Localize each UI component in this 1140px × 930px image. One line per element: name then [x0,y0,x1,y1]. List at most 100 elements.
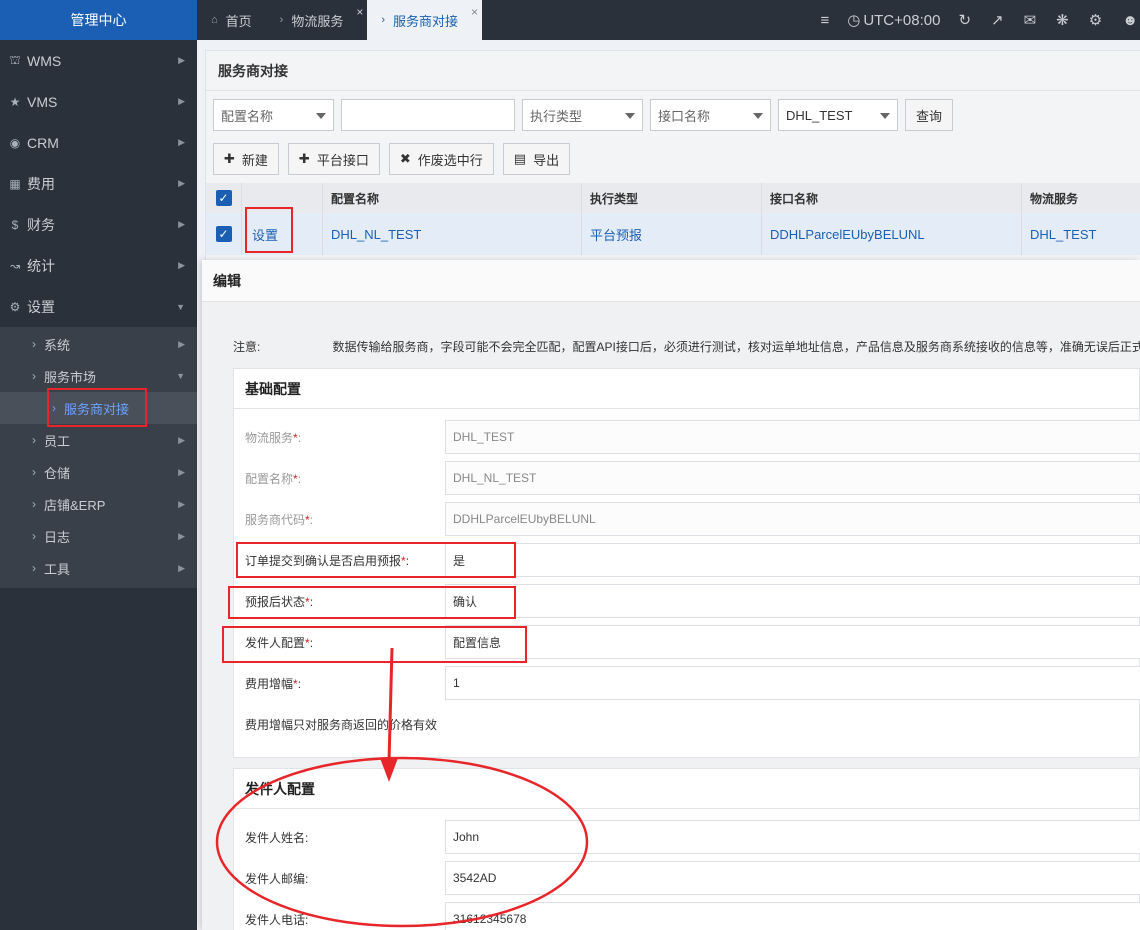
config-name-select[interactable]: 配置名称 [213,99,334,131]
user-circle-icon: ◉ [9,135,21,150]
gear-icon: ⚙ [9,299,21,314]
subnav-item-log[interactable]: › 日志 ▶ [0,520,197,552]
timezone-display[interactable]: ◷ UTC+08:00 [847,11,940,30]
home-icon: ⌂ [211,14,218,26]
gear-icon[interactable]: ⚙ [1089,11,1102,29]
header-api-name: 接口名称 [762,183,1022,213]
header-config-name: 配置名称 [323,183,582,213]
tab-logistics-service[interactable]: › 物流服务 × [266,0,368,40]
logistics-service-field: DHL_TEST [445,420,1140,454]
field-row-fee-increase: 费用增幅*: 1 [245,666,1140,700]
select-all-cell: ✓ [206,183,242,213]
chevron-right-icon: ▶ [178,466,185,477]
field-row-post-forecast-status: 预报后状态*: 确认 [245,584,1140,618]
external-link-icon[interactable]: ↗ [991,11,1004,29]
caret-down-icon [880,113,890,119]
header-exec-type: 执行类型 [582,183,762,213]
void-selected-button[interactable]: ✖ 作废选中行 [388,143,494,175]
modal-body: 注意: 数据传输给服务商，字段可能不会完全匹配，配置API接口后，必须进行测试，… [202,302,1140,930]
field-row-sender-name: 发件人姓名: John [245,820,1140,854]
subnav-item-service-market[interactable]: › 服务市场 ▼ [0,360,197,392]
chevron-right-icon: ▶ [178,562,185,573]
user-avatar-icon[interactable]: ☻ [1122,12,1138,29]
sender-name-input[interactable]: John [445,820,1140,854]
sidebar-item-settings[interactable]: ⚙ 设置 ▼ [0,286,197,327]
filter-bar: 配置名称 执行类型 接口名称 DHL_TEST 查询 [213,99,954,131]
bug-icon[interactable]: ❋ [1056,11,1069,29]
config-name-input[interactable] [341,99,515,131]
chevron-right-icon: ▶ [178,219,185,229]
exec-type-select[interactable]: 执行类型 [522,99,643,131]
sender-phone-input[interactable]: 31612345678 [445,902,1140,930]
chevron-right-icon: ▶ [178,96,185,106]
sidebar-item-vms[interactable]: ★ VMS ▶ [0,81,197,122]
platform-api-button[interactable]: ✚ 平台接口 [287,143,380,175]
field-row-sender-phone: 发件人电话: 31612345678 [245,902,1140,930]
subnav-item-system[interactable]: › 系统 ▶ [0,328,197,360]
field-row-sender-config: 发件人配置*: 配置信息 [245,625,1140,659]
tab-home[interactable]: ⌂ 首页 [197,0,266,40]
sidebar-item-fees[interactable]: ▦ 费用 ▶ [0,163,197,204]
query-button[interactable]: 查询 [905,99,954,131]
mail-icon[interactable]: ✉ [1024,11,1037,29]
row-checkbox[interactable]: ✓ [215,226,232,242]
chevron-right-icon: › [381,14,386,26]
header-service: 物流服务 [1030,191,1079,206]
sender-config-select[interactable]: 配置信息 [445,625,1140,659]
select-all-checkbox[interactable]: ✓ [215,190,232,206]
chevron-right-icon: ▶ [178,55,185,65]
menu-indent-icon[interactable]: ≡ [820,12,829,29]
settings-link[interactable]: 设置 [250,225,278,244]
sidebar-item-finance[interactable]: $ 财务 ▶ [0,204,197,245]
close-icon[interactable]: × [471,5,478,19]
fee-increase-hint: 费用增幅只对服务商返回的价格有效 [245,718,438,732]
chevron-right-icon: ▶ [178,260,185,270]
service-select[interactable]: DHL_TEST [778,99,898,131]
fee-increase-input[interactable]: 1 [445,666,1140,700]
sidebar-item-wms[interactable]: ⛫ WMS ▶ [0,40,197,81]
sidebar: 管理中心 ⛫ WMS ▶ ★ VMS ▶ ◉ CRM ▶ ▦ 费用 ▶ $ 财务… [0,0,197,930]
section-title: 基础配置 [234,369,1139,409]
sidebar-item-stats[interactable]: ↝ 统计 ▶ [0,245,197,286]
row-config-name[interactable]: DHL_NL_TEST [323,213,582,255]
page-title: 服务商对接 [206,51,1140,91]
basic-config-section: 基础配置 物流服务*: DHL_TEST 配置名称*: DHL_NL_TEST … [233,368,1140,758]
sender-postcode-input[interactable]: 3542AD [445,861,1140,895]
sidebar-item-label: 设置 [27,298,55,315]
post-forecast-status-select[interactable]: 确认 [445,584,1140,618]
subnav-item-tools[interactable]: › 工具 ▶ [0,552,197,584]
close-icon[interactable]: × [356,5,363,19]
close-icon: ✖ [399,151,411,166]
field-row-provider-code: 服务商代码*: DDHLParcelEUbyBELUNL [245,502,1140,536]
chevron-down-icon: ▼ [176,371,185,381]
new-button[interactable]: ✚ 新建 [213,143,279,175]
export-button[interactable]: ▤ 导出 [502,143,571,175]
enable-forecast-select[interactable]: 是 [445,543,1140,577]
tab-provider-integration[interactable]: › 服务商对接 × [367,0,483,40]
refresh-icon[interactable]: ↻ [958,11,971,29]
table-row: ✓ 设置 DHL_NL_TEST 平台预报 DDHLParcelEUbyBELU… [206,213,1140,255]
brand-title: 管理中心 [0,0,197,40]
settings-subnav: › 系统 ▶ › 服务市场 ▼ › 服务商对接 › 员工 ▶ › 仓储 ▶ › … [0,327,197,588]
top-bar: ⌂ 首页 › 物流服务 × › 服务商对接 × ≡ ◷ UTC+08:00 ↻ … [197,0,1140,40]
sidebar-item-crm[interactable]: ◉ CRM ▶ [0,122,197,163]
grid-icon: ▦ [9,176,21,191]
subnav-item-store-erp[interactable]: › 店铺&ERP ▶ [0,488,197,520]
sidebar-item-label: 统计 [27,257,55,274]
chevron-down-icon: ▼ [176,301,185,312]
row-select-cell: ✓ [206,213,242,255]
subnav-item-warehouse[interactable]: › 仓储 ▶ [0,456,197,488]
chevron-right-icon: › [52,401,56,415]
subnav-item-staff[interactable]: › 员工 ▶ [0,424,197,456]
sidebar-item-label: VMS [27,93,58,110]
export-file-icon: ▤ [513,151,527,166]
chevron-right-icon: › [32,465,36,479]
chevron-right-icon: › [32,529,36,543]
chevron-right-icon: ▶ [178,498,185,509]
chevron-right-icon: › [32,561,36,575]
subnav-item-provider-integration[interactable]: › 服务商对接 [0,392,197,424]
plus-icon: ✚ [298,151,310,166]
api-name-select[interactable]: 接口名称 [650,99,771,131]
field-row-sender-postcode: 发件人邮编: 3542AD [245,861,1140,895]
row-service: DHL_TEST [1030,226,1097,242]
